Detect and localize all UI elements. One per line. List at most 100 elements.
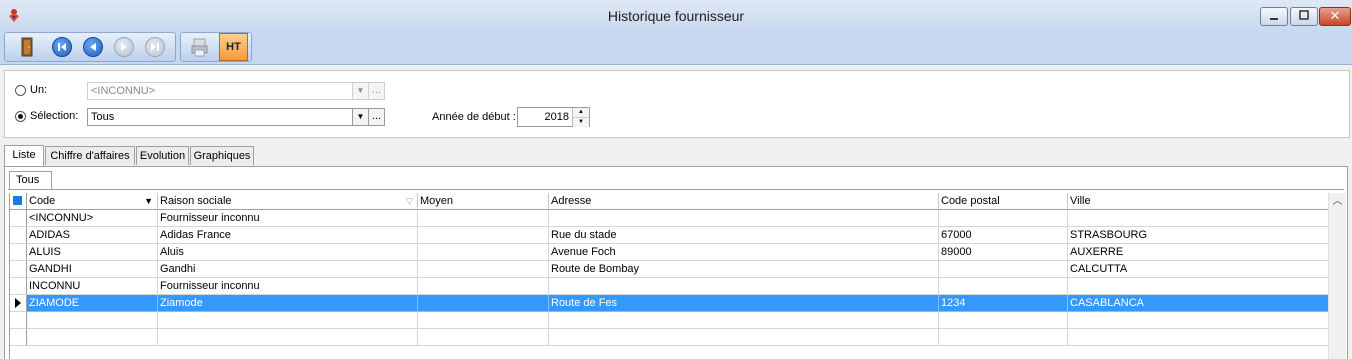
un-supplier-combo[interactable]: <INCONNU> ▼ [87, 82, 369, 100]
cell-code[interactable] [27, 312, 158, 329]
col-header-adresse[interactable]: Adresse [549, 193, 939, 210]
cell-code-postal[interactable] [939, 312, 1068, 329]
tab-chiffre-affaires[interactable]: Chiffre d'affaires [45, 146, 135, 165]
print-button[interactable] [189, 36, 211, 58]
cell-raison-sociale[interactable] [158, 329, 418, 346]
cell-adresse[interactable] [549, 210, 939, 227]
cell-code[interactable] [27, 329, 158, 346]
col-header-raison-sociale[interactable]: Raison sociale ▽ [158, 193, 418, 210]
next-record-button[interactable] [113, 36, 135, 58]
row-indicator[interactable] [10, 227, 27, 244]
cell-raison-sociale[interactable]: Aluis [158, 244, 418, 261]
cell-raison-sociale[interactable]: Fournisseur inconnu [158, 278, 418, 295]
cell-adresse[interactable] [549, 278, 939, 295]
tab-graphiques[interactable]: Graphiques [190, 146, 254, 165]
table-row[interactable]: ADIDAS Adidas France Rue du stade 67000 STRA… [10, 227, 1329, 244]
cell-ville[interactable] [1068, 210, 1329, 227]
cell-ville[interactable] [1068, 312, 1329, 329]
col-header-code[interactable]: Code ▼ [27, 193, 158, 210]
spin-down-icon[interactable]: ▼ [573, 118, 589, 127]
cell-ville[interactable] [1068, 329, 1329, 346]
table-row[interactable]: GANDHI Gandhi Route de Bombay CALCUTTA [10, 261, 1329, 278]
start-year-spinner[interactable]: 2018 ▲ ▼ [517, 107, 590, 127]
cell-ville[interactable]: AUXERRE [1068, 244, 1329, 261]
cell-raison-sociale[interactable]: Ziamode [158, 295, 418, 312]
radio-un[interactable] [15, 85, 26, 96]
minimize-button[interactable] [1260, 7, 1288, 26]
cell-moyen[interactable] [418, 312, 549, 329]
cell-code-postal[interactable] [939, 278, 1068, 295]
cell-code-postal[interactable] [939, 261, 1068, 278]
row-indicator[interactable] [10, 329, 27, 346]
subtab-tous[interactable]: Tous [9, 171, 52, 189]
table-row[interactable] [10, 329, 1329, 346]
table-row[interactable]: INCONNU Fournisseur inconnu [10, 278, 1329, 295]
un-browse-button[interactable]: ... [368, 82, 385, 100]
cell-adresse[interactable]: Rue du stade [549, 227, 939, 244]
row-indicator[interactable] [10, 278, 27, 295]
vertical-scrollbar[interactable]: ︿ [1328, 193, 1346, 359]
close-button[interactable]: ✕ [1319, 7, 1351, 26]
ht-toggle-button[interactable]: HT [219, 33, 248, 61]
first-record-button[interactable] [51, 36, 73, 58]
cell-moyen[interactable] [418, 278, 549, 295]
table-row[interactable] [10, 312, 1329, 329]
cell-raison-sociale[interactable]: Gandhi [158, 261, 418, 278]
select-all-indicator[interactable] [10, 193, 27, 210]
cell-moyen[interactable] [418, 261, 549, 278]
cell-code-postal[interactable]: 1234 [939, 295, 1068, 312]
cell-code-postal[interactable] [939, 210, 1068, 227]
cell-ville[interactable]: STRASBOURG [1068, 227, 1329, 244]
last-record-button[interactable] [144, 36, 166, 58]
col-header-ville[interactable]: Ville [1068, 193, 1329, 210]
cell-moyen[interactable] [418, 210, 549, 227]
cell-code[interactable]: ZIAMODE [27, 295, 158, 312]
cell-adresse[interactable]: Avenue Foch [549, 244, 939, 261]
cell-code[interactable]: INCONNU [27, 278, 158, 295]
chevron-down-icon: ▼ [352, 83, 368, 99]
selection-combo[interactable]: Tous ▼ [87, 108, 369, 126]
row-indicator[interactable] [10, 295, 27, 312]
table-row[interactable]: ALUIS Aluis Avenue Foch 89000 AUXERRE [10, 244, 1329, 261]
cell-code-postal[interactable]: 67000 [939, 227, 1068, 244]
cell-code-postal[interactable] [939, 329, 1068, 346]
cell-raison-sociale[interactable]: Fournisseur inconnu [158, 210, 418, 227]
spin-up-icon[interactable]: ▲ [573, 108, 589, 118]
start-year-value: 2018 [544, 111, 569, 123]
cell-code[interactable]: GANDHI [27, 261, 158, 278]
cell-code[interactable]: ALUIS [27, 244, 158, 261]
tab-liste[interactable]: Liste [4, 145, 44, 166]
previous-record-button[interactable] [82, 36, 104, 58]
maximize-button[interactable] [1290, 7, 1318, 26]
row-indicator[interactable] [10, 261, 27, 278]
exit-button[interactable] [16, 36, 38, 58]
table-row[interactable]: ZIAMODE Ziamode Route de Fes 1234 CASABLANCA [10, 295, 1329, 312]
radio-selection[interactable] [15, 111, 26, 122]
cell-code[interactable]: <INCONNU> [27, 210, 158, 227]
selection-browse-button[interactable]: ... [368, 108, 385, 126]
cell-ville[interactable]: CALCUTTA [1068, 261, 1329, 278]
tab-evolution[interactable]: Evolution [136, 146, 189, 165]
cell-adresse[interactable] [549, 312, 939, 329]
cell-adresse[interactable]: Route de Bombay [549, 261, 939, 278]
cell-moyen[interactable] [418, 227, 549, 244]
supplier-grid[interactable]: Code ▼ Raison sociale ▽ Moyen Adresse Co… [9, 193, 1329, 359]
cell-adresse[interactable] [549, 329, 939, 346]
cell-adresse[interactable]: Route de Fes [549, 295, 939, 312]
cell-ville[interactable] [1068, 278, 1329, 295]
cell-moyen[interactable] [418, 329, 549, 346]
col-header-moyen[interactable]: Moyen [418, 193, 549, 210]
cell-raison-sociale[interactable] [158, 312, 418, 329]
cell-code[interactable]: ADIDAS [27, 227, 158, 244]
cell-moyen[interactable] [418, 295, 549, 312]
cell-ville[interactable]: CASABLANCA [1068, 295, 1329, 312]
row-indicator[interactable] [10, 244, 27, 261]
cell-moyen[interactable] [418, 244, 549, 261]
cell-code-postal[interactable]: 89000 [939, 244, 1068, 261]
cell-raison-sociale[interactable]: Adidas France [158, 227, 418, 244]
table-row[interactable]: <INCONNU> Fournisseur inconnu [10, 210, 1329, 227]
row-indicator[interactable] [10, 210, 27, 227]
col-header-code-postal[interactable]: Code postal [939, 193, 1068, 210]
scroll-up-icon[interactable]: ︿ [1329, 193, 1346, 210]
row-indicator[interactable] [10, 312, 27, 329]
